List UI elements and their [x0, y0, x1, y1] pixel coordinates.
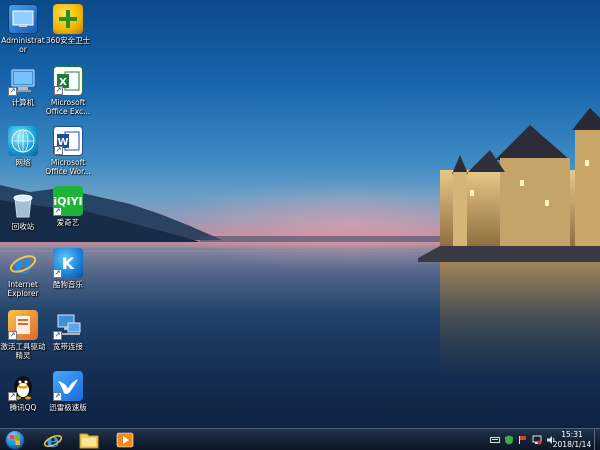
- desktop: Administrator ↗ 计算机 网络 回收站 e Internet Ex…: [0, 0, 600, 428]
- shortcut-arrow-icon: ↗: [53, 331, 62, 340]
- desktop-icon-iqiyi[interactable]: iQIYI ↗ 爱奇艺: [45, 186, 91, 227]
- shortcut-arrow-icon: ↗: [53, 269, 62, 278]
- windows-logo-icon: [5, 430, 25, 450]
- iqiyi-icon: iQIYI ↗: [53, 186, 83, 216]
- desktop-icon-word[interactable]: W ↗ Microsoft Office Wor...: [45, 126, 91, 176]
- driver-genius-icon: ↗: [8, 310, 38, 340]
- desktop-icon-qq[interactable]: ↗ 腾讯QQ: [0, 371, 46, 412]
- word-icon: W ↗: [53, 126, 83, 156]
- xunlei-bird-icon: ↗: [53, 371, 83, 401]
- desktop-icon-driver-genius[interactable]: ↗ 激活工具驱动精灵: [0, 310, 46, 360]
- shortcut-arrow-icon: ↗: [8, 392, 17, 401]
- globe-network-icon: [8, 126, 38, 156]
- shortcut-arrow-icon: ↗: [8, 331, 17, 340]
- svg-text:e: e: [14, 249, 32, 277]
- shortcut-arrow-icon: ↗: [53, 392, 62, 401]
- desktop-icon-excel[interactable]: X ↗ Microsoft Office Exc...: [45, 66, 91, 116]
- desktop-icon-kugou[interactable]: K ↗ 酷狗音乐: [45, 248, 91, 289]
- start-button[interactable]: [3, 429, 27, 450]
- iqiyi-logo-text: iQIYI: [53, 194, 83, 208]
- castle: [418, 108, 600, 262]
- desktop-icon-broadband[interactable]: ↗ 宽带连接: [45, 310, 91, 351]
- desktop-icon-network[interactable]: 网络: [0, 126, 46, 167]
- media-player-icon: [116, 432, 134, 448]
- excel-icon: X ↗: [53, 66, 83, 96]
- shortcut-arrow-icon: ↗: [53, 207, 62, 216]
- action-center-flag-icon[interactable]: [518, 435, 528, 445]
- ie-icon: e: [8, 248, 38, 278]
- taskbar-clock[interactable]: 15:31 2018/1/14: [551, 430, 593, 450]
- shortcut-arrow-icon: ↗: [54, 146, 63, 155]
- taskbar: e 15:31 2018/1/14: [0, 428, 600, 450]
- shortcut-arrow-icon: ↗: [54, 86, 63, 95]
- keyboard-icon[interactable]: [490, 435, 500, 445]
- system-tray: [488, 429, 558, 450]
- desktop-icon-administrator[interactable]: Administrator: [0, 4, 46, 54]
- clock-time: 15:31: [561, 430, 583, 439]
- desktop-icon-computer[interactable]: ↗ 计算机: [0, 66, 46, 107]
- ie-icon: e: [43, 430, 63, 450]
- desktop-icon-360-safe[interactable]: 360安全卫士: [45, 4, 91, 45]
- user-folder-icon: [8, 4, 38, 34]
- broadband-connection-icon: ↗: [53, 310, 83, 340]
- shortcut-arrow-icon: ↗: [8, 87, 17, 96]
- security-shield-icon[interactable]: [504, 435, 514, 445]
- network-icon[interactable]: [532, 435, 542, 445]
- taskbar-pinned-explorer[interactable]: [72, 430, 106, 450]
- qq-penguin-icon: ↗: [8, 371, 38, 401]
- desktop-icon-internet-explorer[interactable]: e Internet Explorer: [0, 248, 46, 298]
- show-desktop-button[interactable]: [594, 429, 600, 450]
- taskbar-pinned-ie[interactable]: e: [36, 430, 70, 450]
- recycle-bin-icon: [8, 190, 38, 220]
- clock-date: 2018/1/14: [552, 440, 592, 449]
- kugou-logo-text: K: [61, 253, 75, 273]
- desktop-icon-xunlei[interactable]: ↗ 迅雷极速版: [45, 371, 91, 412]
- desktop-icon-recycle-bin[interactable]: 回收站: [0, 190, 46, 231]
- taskbar-pinned-media-player[interactable]: [108, 430, 142, 450]
- 360-safe-icon: [53, 4, 83, 34]
- computer-icon: ↗: [8, 66, 38, 96]
- explorer-folder-icon: [79, 433, 99, 449]
- kugou-music-icon: K ↗: [53, 248, 83, 278]
